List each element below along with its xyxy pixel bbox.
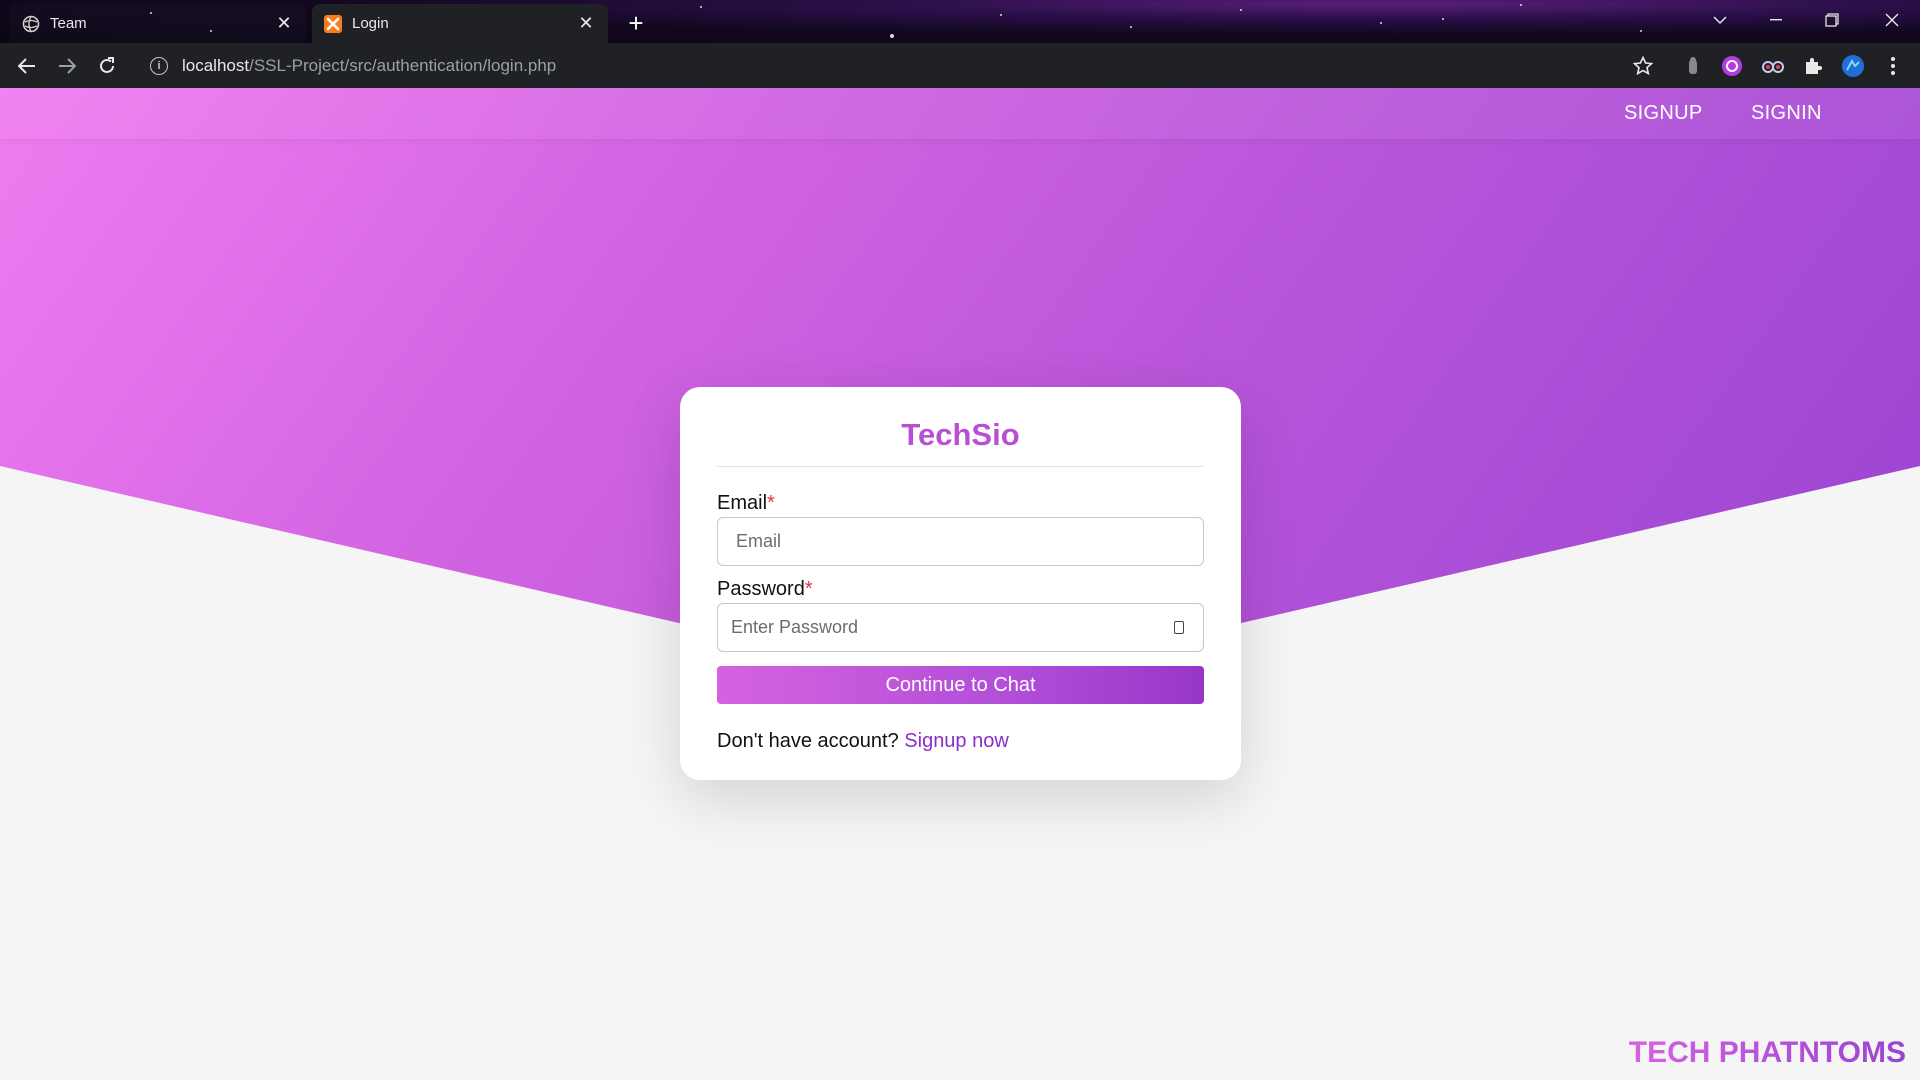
star	[700, 6, 702, 8]
url-path: /SSL-Project/src/authentication/login.ph…	[249, 55, 557, 75]
continue-to-chat-button[interactable]: Continue to Chat	[717, 666, 1204, 704]
page-content: SIGNUP SIGNIN TechSio Email* Password* C…	[0, 88, 1920, 1080]
brand-title: TechSio	[717, 387, 1204, 467]
close-window-icon[interactable]	[1864, 0, 1920, 40]
forward-icon[interactable]	[52, 51, 82, 81]
password-field[interactable]	[717, 603, 1204, 652]
address-bar[interactable]: i localhost/SSL-Project/src/authenticati…	[136, 49, 1650, 82]
bookmark-star-icon[interactable]	[1631, 54, 1655, 78]
required-marker: *	[804, 578, 813, 600]
email-field[interactable]	[717, 517, 1204, 566]
top-navbar: SIGNUP SIGNIN	[0, 88, 1920, 139]
browser-menu-icon[interactable]	[1881, 54, 1905, 78]
extension-icon[interactable]	[1681, 54, 1705, 78]
tab-title: Login	[352, 15, 389, 32]
nav-signin-link[interactable]: SIGNIN	[1751, 102, 1822, 125]
url-host: localhost	[182, 55, 250, 75]
browser-tabbar: Team ✕ Login ✕ +	[0, 0, 1920, 43]
email-label: Email*	[717, 492, 1204, 515]
star	[1640, 30, 1642, 32]
star	[1520, 4, 1522, 6]
login-card: TechSio Email* Password* Continue to Cha…	[680, 387, 1241, 780]
star	[1000, 14, 1002, 16]
extension-icon[interactable]	[1720, 54, 1744, 78]
close-icon[interactable]: ✕	[576, 13, 596, 34]
tab-login[interactable]: Login ✕	[312, 4, 608, 43]
extensions-puzzle-icon[interactable]	[1801, 54, 1825, 78]
xampp-icon	[324, 14, 342, 33]
email-label-text: Email	[717, 492, 768, 514]
site-info-icon[interactable]: i	[150, 56, 168, 75]
restore-icon[interactable]	[1804, 0, 1860, 40]
reload-icon[interactable]	[92, 51, 122, 81]
extension-icon[interactable]	[1761, 54, 1785, 78]
star	[1380, 22, 1382, 24]
globe-icon	[22, 15, 40, 33]
browser-toolbar: i localhost/SSL-Project/src/authenticati…	[0, 43, 1920, 88]
new-tab-icon[interactable]: +	[622, 8, 650, 38]
signup-now-link[interactable]: Signup now	[904, 730, 1009, 752]
show-password-icon[interactable]	[1174, 621, 1184, 634]
tab-team[interactable]: Team ✕	[10, 4, 306, 43]
signup-prompt-text: Don't have account?	[717, 730, 899, 752]
profile-avatar-icon[interactable]	[1841, 54, 1865, 78]
tab-title: Team	[50, 15, 87, 32]
nav-signup-link[interactable]: SIGNUP	[1624, 102, 1702, 125]
minimize-icon[interactable]	[1748, 0, 1804, 40]
close-icon[interactable]: ✕	[274, 13, 294, 34]
password-label: Password*	[717, 578, 1204, 601]
star	[1240, 9, 1242, 11]
required-marker: *	[767, 492, 775, 514]
star	[1442, 18, 1444, 20]
password-label-text: Password	[717, 578, 805, 600]
signup-prompt: Don't have account? Signup now	[717, 730, 1204, 753]
back-icon[interactable]	[12, 51, 42, 81]
tab-search-icon[interactable]	[1692, 0, 1748, 40]
star	[1130, 26, 1132, 28]
star	[890, 34, 894, 38]
footer-brandmark: TECH PHATNTOMS	[1628, 1036, 1906, 1069]
password-wrapper	[717, 603, 1204, 652]
